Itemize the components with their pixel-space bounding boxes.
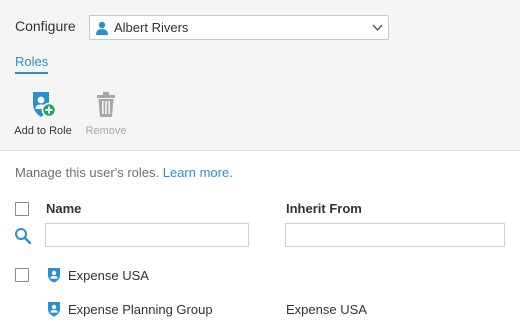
chevron-down-icon[interactable] (372, 23, 383, 32)
intro-text: Manage this user's roles. Learn more. (15, 165, 233, 180)
shield-user-icon (48, 302, 60, 317)
remove-button[interactable]: Remove (80, 90, 132, 138)
role-name: Expense Planning Group (68, 302, 213, 317)
role-name: Expense USA (68, 268, 149, 283)
select-all-checkbox[interactable] (15, 202, 29, 216)
column-header-inherit-from[interactable]: Inherit From (286, 201, 362, 216)
row-checkbox[interactable] (15, 268, 29, 282)
trash-icon (97, 92, 115, 117)
search-icon (15, 228, 32, 245)
remove-label: Remove (85, 125, 127, 137)
name-filter-input[interactable] (45, 223, 249, 247)
shield-user-plus-icon (33, 92, 57, 118)
top-panel: Configure Albert Rivers Roles Add to Rol… (0, 0, 520, 151)
inherit-from-filter-input[interactable] (285, 223, 505, 247)
intro-description: Manage this user's roles. (15, 165, 160, 180)
learn-more-link[interactable]: Learn more. (163, 165, 233, 180)
configure-label: Configure (15, 18, 76, 34)
tab-roles[interactable]: Roles (15, 54, 49, 74)
column-header-name[interactable]: Name (46, 201, 81, 216)
user-select[interactable]: Albert Rivers (89, 15, 389, 40)
add-to-role-label: Add to Role (14, 125, 72, 137)
role-inherit-from: Expense USA (286, 302, 367, 317)
shield-user-icon (48, 268, 60, 283)
selected-user: Albert Rivers (114, 20, 189, 35)
add-to-role-button[interactable]: Add to Role (10, 90, 76, 138)
person-icon (96, 21, 108, 35)
